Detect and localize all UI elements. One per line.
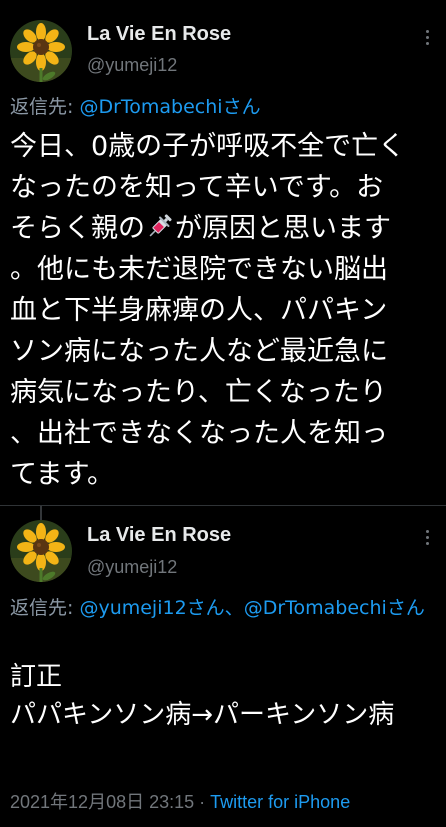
- mention-suffix: さん: [386, 597, 425, 619]
- mention-link[interactable]: @yumeji12: [79, 597, 186, 619]
- syringe-icon: [145, 211, 175, 241]
- mention-link[interactable]: @DrTomabechi: [79, 96, 222, 118]
- tweet-2[interactable]: La Vie En Rose @yumeji12 返信先: @yumeji12さ…: [0, 506, 446, 827]
- timestamp[interactable]: 2021年12月08日 23:15: [10, 792, 194, 812]
- more-options-icon[interactable]: [418, 26, 438, 50]
- source-link[interactable]: Twitter for iPhone: [210, 792, 350, 812]
- display-name[interactable]: La Vie En Rose: [87, 23, 231, 46]
- tweet-metadata: 2021年12月08日 23:15 · Twitter for iPhone: [10, 788, 350, 814]
- reply-prefix: 返信先:: [10, 96, 80, 118]
- tweet-body: 今日、0歳の子が呼吸不全で亡くなったのを知って辛いです。おそらく親の が原因と思…: [10, 126, 410, 495]
- reply-context: 返信先: @yumeji12さん、@DrTomabechiさん: [10, 594, 430, 622]
- mention-link[interactable]: @DrTomabechi: [244, 597, 387, 619]
- reply-prefix: 返信先:: [10, 597, 80, 619]
- tweet-text-line-1: 訂正: [10, 662, 63, 692]
- more-options-icon[interactable]: [418, 526, 438, 550]
- tweet-1[interactable]: La Vie En Rose @yumeji12 返信先: @DrTomabec…: [0, 0, 446, 505]
- thread-connector-line: [40, 506, 42, 520]
- tweet-body: 訂正 パパキンソン病→パーキンソン病: [10, 658, 410, 734]
- display-name[interactable]: La Vie En Rose: [87, 524, 231, 547]
- reply-context: 返信先: @DrTomabechiさん: [10, 94, 261, 120]
- sunflower-avatar[interactable]: [10, 520, 72, 582]
- sunflower-avatar[interactable]: [10, 20, 72, 82]
- tweet-text-line-2: パパキンソン病→パーキンソン病: [10, 700, 395, 730]
- meta-separator: ·: [194, 792, 211, 812]
- tweet-text-part-2: が原因と思います。他にも未だ退院できない脳出血と下半身麻痺の人、パパキンソン病に…: [10, 213, 391, 490]
- mention-suffix: さん: [222, 96, 261, 118]
- user-handle[interactable]: @yumeji12: [87, 557, 177, 578]
- mention-suffix: さん、: [186, 597, 244, 619]
- user-handle[interactable]: @yumeji12: [87, 55, 177, 76]
